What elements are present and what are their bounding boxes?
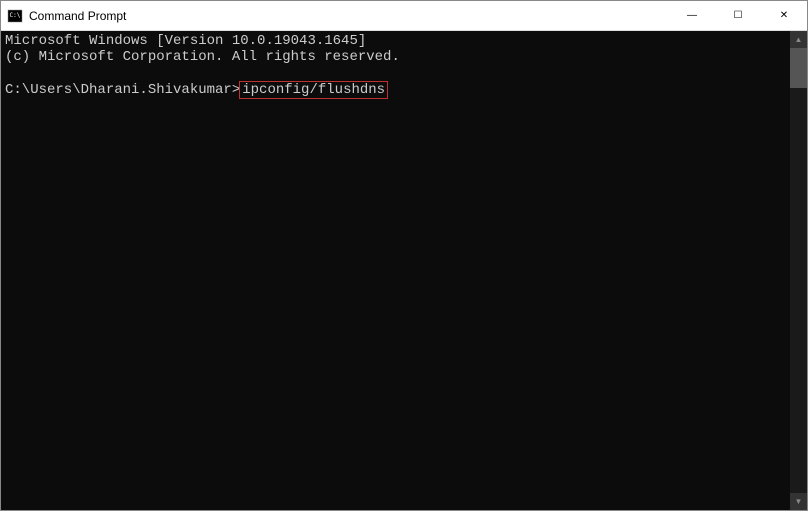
prompt-path: C:\Users\Dharani.Shivakumar> xyxy=(5,82,240,98)
prompt-line: C:\Users\Dharani.Shivakumar>ipconfig/flu… xyxy=(5,81,786,99)
titlebar: C:\ Command Prompt — ☐ ✕ xyxy=(1,1,807,31)
maximize-button[interactable]: ☐ xyxy=(715,1,761,30)
version-line: Microsoft Windows [Version 10.0.19043.16… xyxy=(5,33,366,49)
console-area: Microsoft Windows [Version 10.0.19043.16… xyxy=(1,31,807,510)
close-button[interactable]: ✕ xyxy=(761,1,807,30)
command-prompt-window: C:\ Command Prompt — ☐ ✕ Microsoft Windo… xyxy=(0,0,808,511)
window-title: Command Prompt xyxy=(29,9,669,23)
cmd-icon: C:\ xyxy=(7,8,23,24)
vertical-scrollbar[interactable]: ▲ ▼ xyxy=(790,31,807,510)
command-text: ipconfig/flushdns xyxy=(242,82,385,98)
window-controls: — ☐ ✕ xyxy=(669,1,807,30)
command-highlight: ipconfig/flushdns xyxy=(239,81,388,99)
console-output[interactable]: Microsoft Windows [Version 10.0.19043.16… xyxy=(1,31,790,510)
minimize-button[interactable]: — xyxy=(669,1,715,30)
scroll-down-arrow[interactable]: ▼ xyxy=(790,493,807,510)
svg-text:C:\: C:\ xyxy=(10,12,21,19)
copyright-line: (c) Microsoft Corporation. All rights re… xyxy=(5,49,400,65)
scrollbar-thumb[interactable] xyxy=(790,48,807,88)
scroll-up-arrow[interactable]: ▲ xyxy=(790,31,807,48)
